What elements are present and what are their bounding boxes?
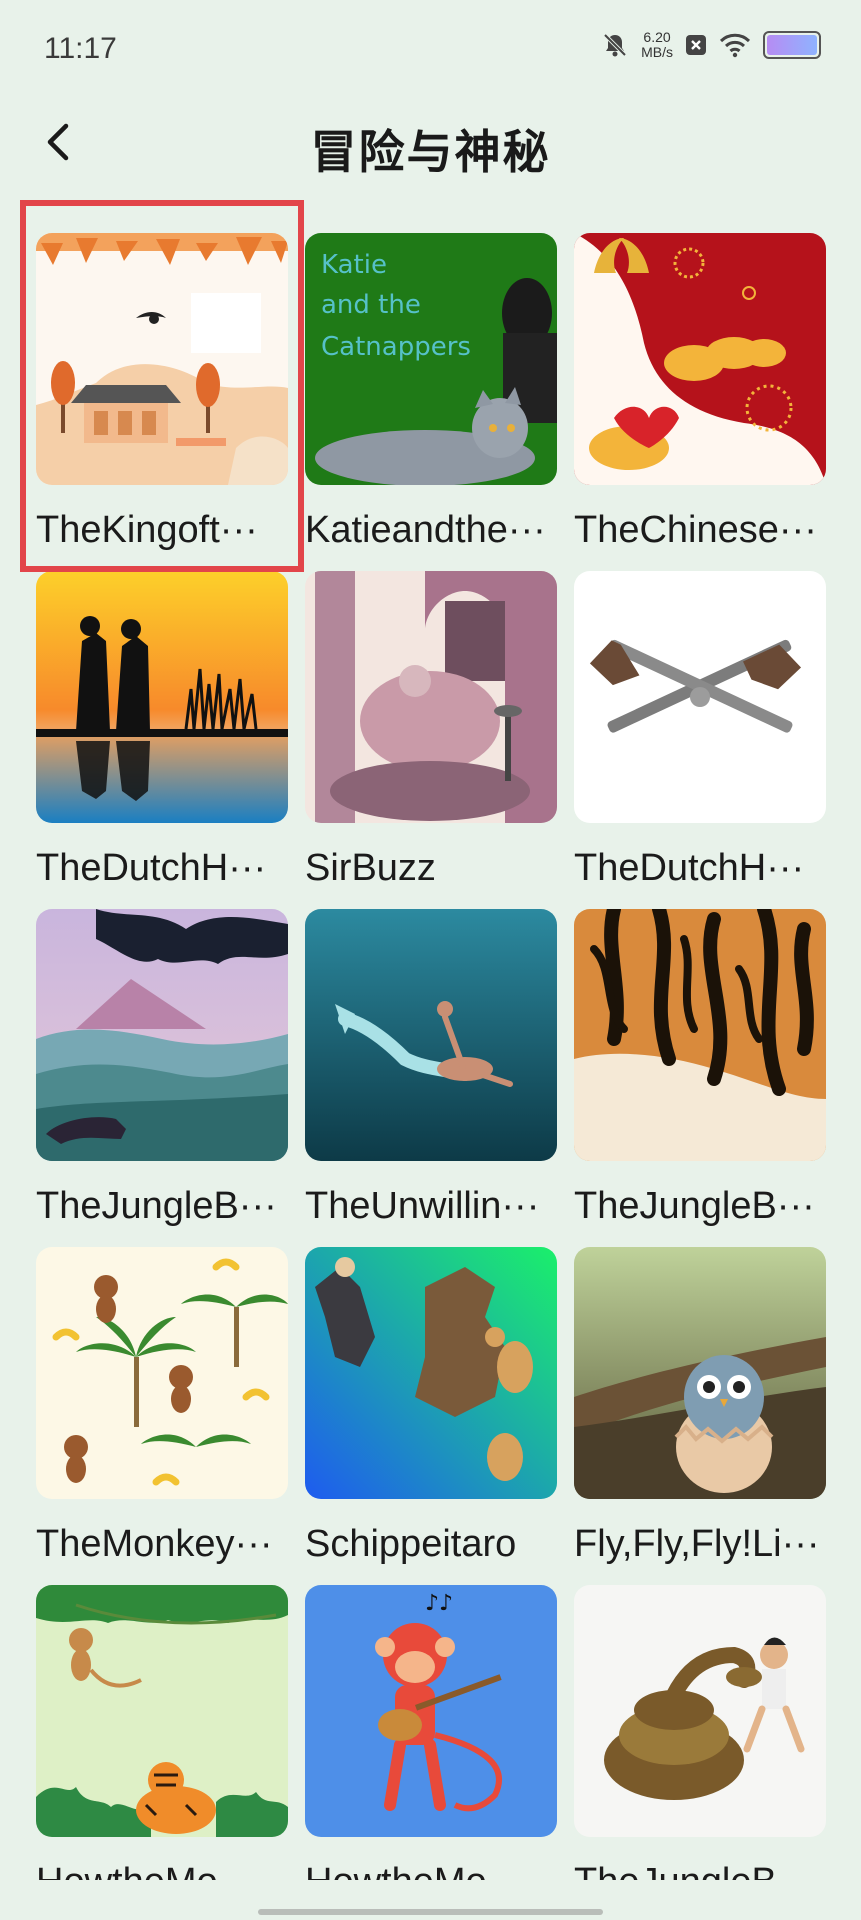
book-grid: TheKingoft··· Katie and the Catnappers K… xyxy=(0,0,861,1920)
book-title: TheKingoft··· xyxy=(36,509,258,551)
home-indicator[interactable] xyxy=(258,1909,603,1915)
book-cover: Katie and the Catnappers xyxy=(305,233,557,485)
book-title: TheJungleB··· xyxy=(574,1185,815,1227)
cover-text-line: Katie xyxy=(321,250,387,280)
book-title: TheDutchH··· xyxy=(36,847,267,889)
book-card[interactable]: TheDutchH··· xyxy=(574,571,826,889)
book-title: TheChinese··· xyxy=(574,509,817,551)
book-title: TheJungleB··· xyxy=(36,1185,277,1227)
cover-text-line: and the xyxy=(321,290,421,320)
book-card[interactable]: Fly,Fly,Fly!Li··· xyxy=(574,1247,826,1565)
book-card[interactable]: TheMonkey··· xyxy=(36,1247,288,1565)
book-cover xyxy=(36,233,288,485)
book-card[interactable]: Katie and the Catnappers Katieandthe··· xyxy=(305,233,557,551)
svg-text:♪♪: ♪♪ xyxy=(425,1591,453,1616)
book-cover xyxy=(574,909,826,1161)
book-card[interactable]: HowtheMo··· xyxy=(36,1585,288,1903)
book-card[interactable]: TheJungleB··· xyxy=(574,1585,826,1903)
book-card[interactable]: Schippeitaro xyxy=(305,1247,557,1565)
book-card[interactable]: TheDutchH··· xyxy=(36,571,288,889)
book-card[interactable]: TheChinese··· xyxy=(574,233,826,551)
book-cover xyxy=(305,571,557,823)
book-cover xyxy=(574,571,826,823)
book-card[interactable]: TheJungleB··· xyxy=(574,909,826,1227)
book-title: Schippeitaro xyxy=(305,1523,517,1565)
book-cover xyxy=(305,1247,557,1499)
book-cover: ♪♪ xyxy=(305,1585,557,1837)
book-title: TheUnwillin··· xyxy=(305,1185,540,1227)
book-cover xyxy=(305,909,557,1161)
book-cover xyxy=(36,909,288,1161)
book-title: Fly,Fly,Fly!Li··· xyxy=(574,1523,820,1565)
book-cover xyxy=(574,1247,826,1499)
book-cover xyxy=(574,233,826,485)
book-card[interactable]: TheUnwillin··· xyxy=(305,909,557,1227)
book-cover xyxy=(36,571,288,823)
book-title: SirBuzz xyxy=(305,847,436,889)
book-card[interactable]: ♪♪ HowtheMo··· xyxy=(305,1585,557,1903)
book-card[interactable]: SirBuzz xyxy=(305,571,557,889)
book-card[interactable]: TheJungleB··· xyxy=(36,909,288,1227)
book-cover xyxy=(36,1585,288,1837)
book-card[interactable]: TheKingoft··· xyxy=(36,233,288,551)
book-title: TheDutchH··· xyxy=(574,847,805,889)
book-cover xyxy=(36,1247,288,1499)
book-title: Katieandthe··· xyxy=(305,509,546,551)
book-title: TheMonkey··· xyxy=(36,1523,273,1565)
book-cover xyxy=(574,1585,826,1837)
cover-text-line: Catnappers xyxy=(321,332,471,362)
